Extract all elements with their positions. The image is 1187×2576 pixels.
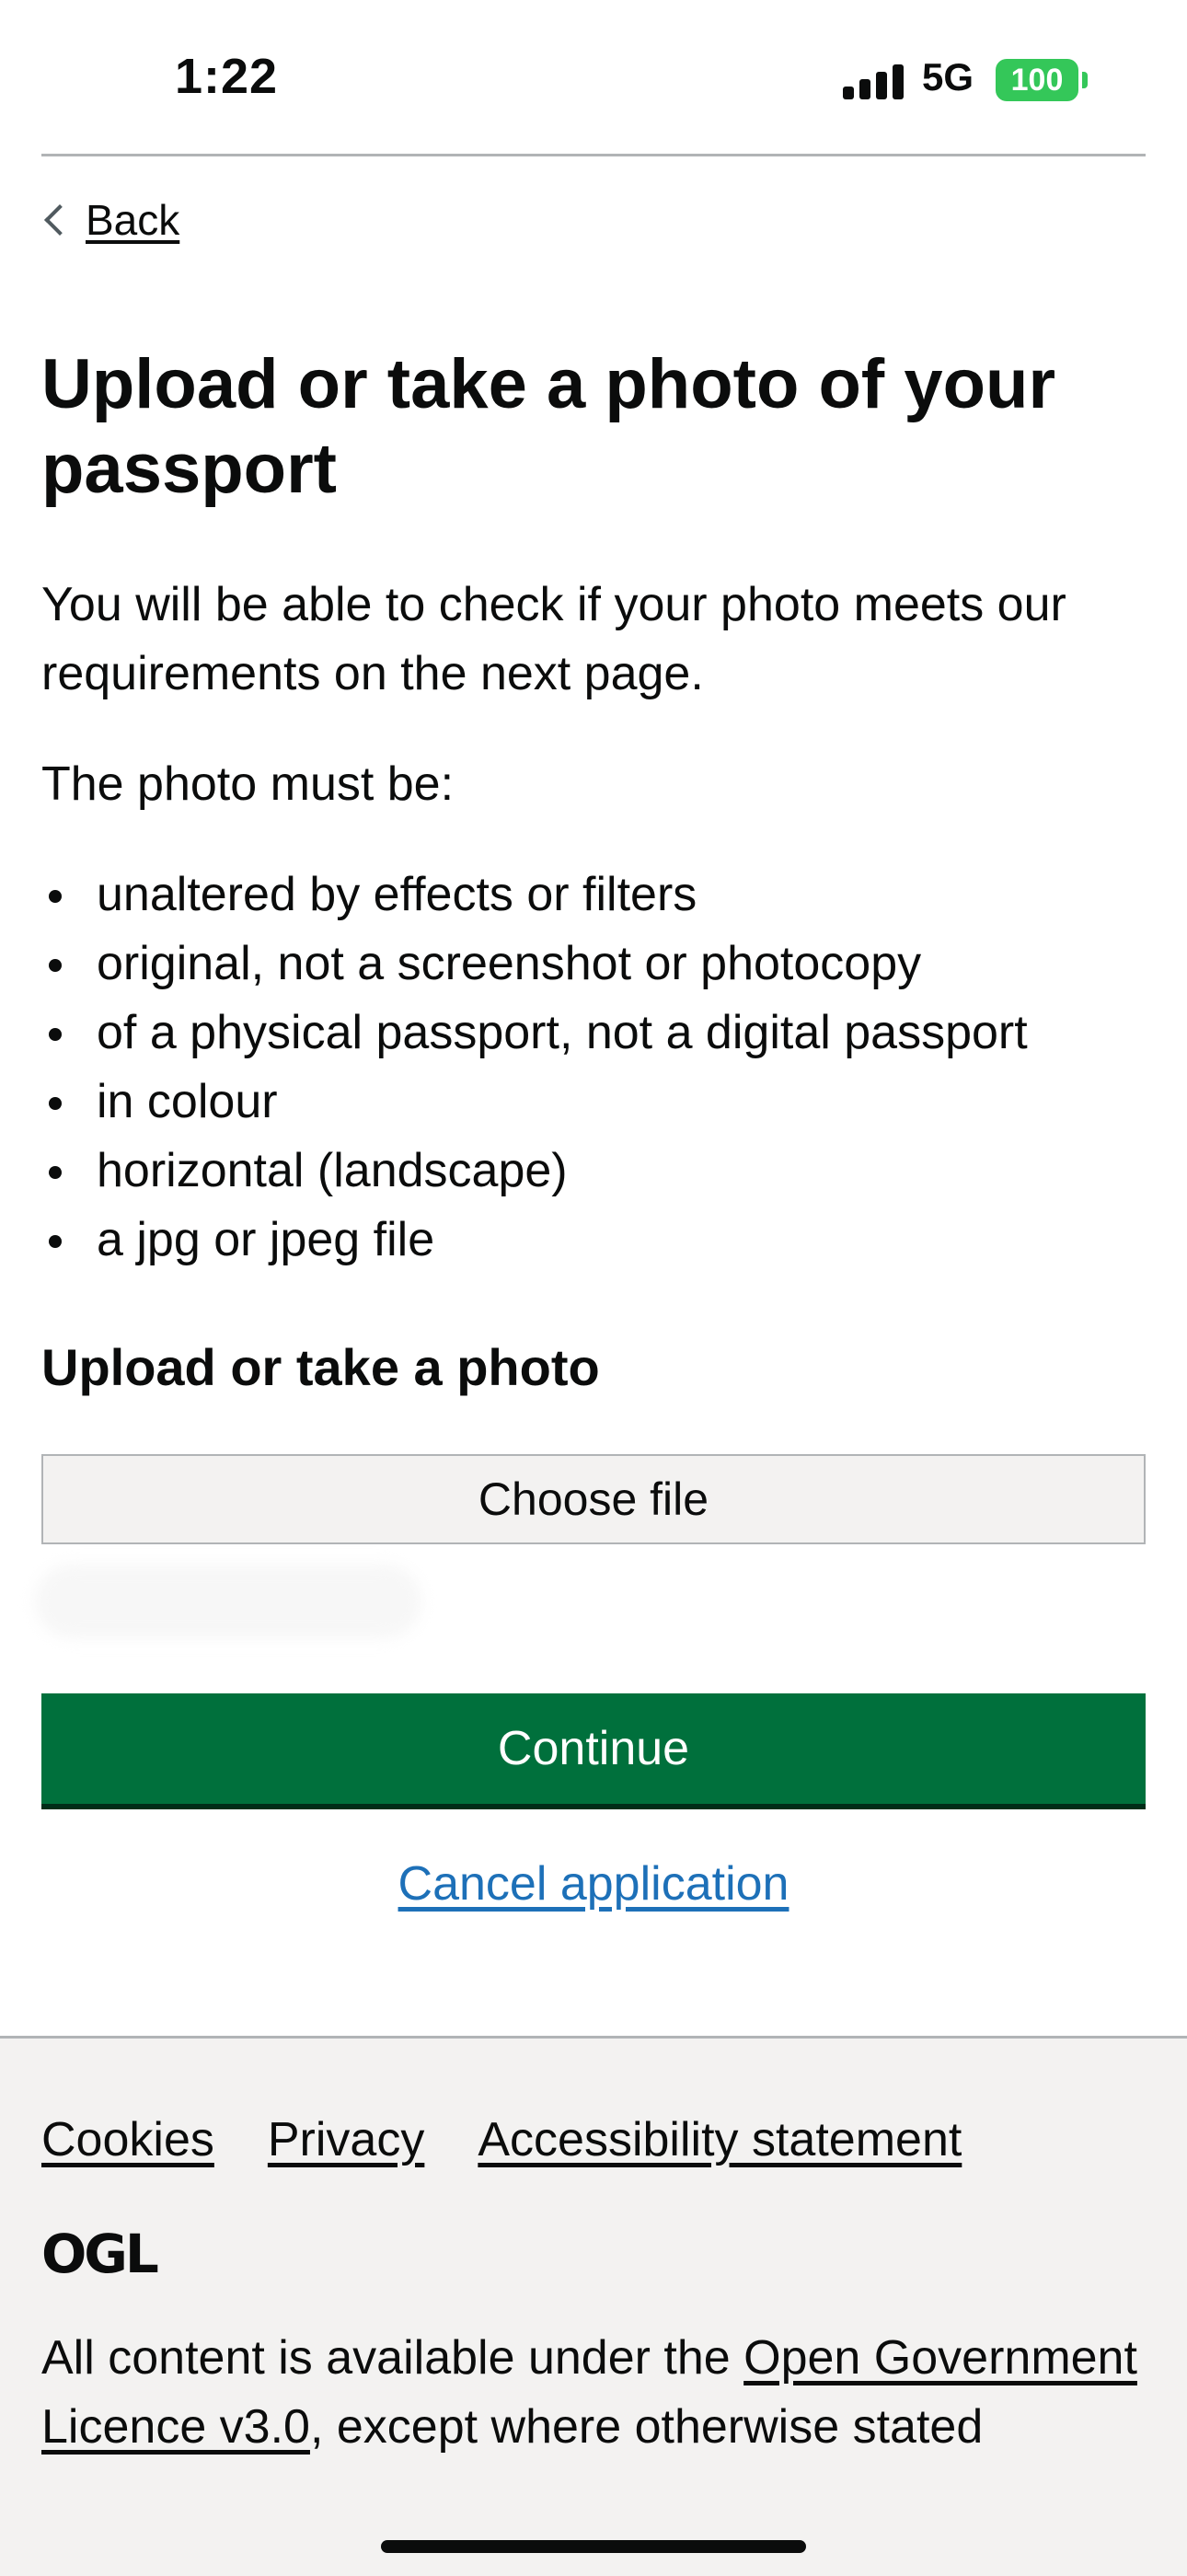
continue-button[interactable]: Continue [41,1693,1146,1804]
back-link-label[interactable]: Back [86,195,179,245]
licence-suffix: , except where otherwise stated [309,2400,984,2454]
list-item: horizontal (landscape) [41,1137,1028,1206]
list-item: original, not a screenshot or photocopy [41,930,1028,999]
ogl-logo: OGL [41,2223,159,2285]
footer-link-privacy[interactable]: Privacy [268,2112,424,2167]
cancel-row: Cancel application [0,1850,1187,1919]
page-title: Upload or take a photo of your passport [41,345,1056,508]
back-link[interactable]: Back [41,195,179,245]
intro-text: You will be able to check if your photo … [41,578,1066,700]
licence-prefix: All content is available under the [41,2331,744,2385]
battery-icon: 100 [996,59,1078,101]
header-divider [41,154,1146,156]
cellular-signal-icon [843,64,904,99]
status-time: 1:22 [175,49,279,104]
upload-label: Upload or take a photo [41,1338,600,1396]
licence-text: All content is available under the Open … [41,2324,1146,2462]
footer-link-accessibility[interactable]: Accessibility statement [478,2112,962,2167]
requirements-list: unaltered by effects or filters original… [41,861,1028,1275]
requirements-heading: The photo must be: [41,757,455,811]
footer-links: Cookies Privacy Accessibility statement [41,2112,962,2167]
blurred-status-chip [35,1565,421,1638]
choose-file-button[interactable]: Choose file [41,1454,1146,1544]
list-item: of a physical passport, not a digital pa… [41,999,1028,1068]
battery-nub [1082,72,1088,88]
list-item: in colour [41,1068,1028,1137]
list-item: unaltered by effects or filters [41,861,1028,930]
chevron-left-icon [44,204,75,236]
footer: Cookies Privacy Accessibility statement … [0,2036,1187,2576]
cancel-application-link[interactable]: Cancel application [398,1857,789,1911]
list-item: a jpg or jpeg file [41,1206,1028,1275]
status-bar: 1:22 5G 100 [0,0,1187,155]
footer-link-cookies[interactable]: Cookies [41,2112,214,2167]
network-type: 5G [922,55,974,98]
home-indicator [381,2540,806,2553]
